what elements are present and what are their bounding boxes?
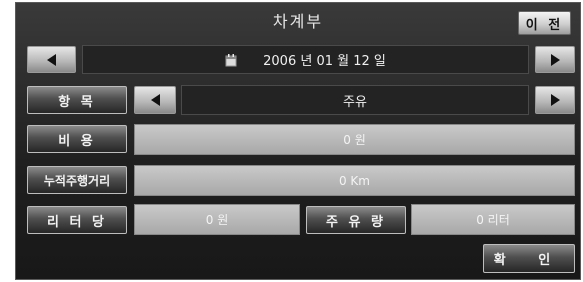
mileage-label: 누적주행거리	[27, 166, 127, 194]
arrow-right-icon	[550, 94, 560, 106]
date-text: 2006 년 01 월 12 일	[263, 54, 386, 69]
confirm-button[interactable]: 확 인	[483, 244, 575, 273]
page-title: 차계부	[272, 12, 324, 31]
cost-label: 비 용	[27, 125, 127, 153]
item-label: 항 목	[27, 86, 127, 114]
arrow-left-icon	[47, 53, 56, 66]
prev-button[interactable]: 이 전	[518, 11, 571, 35]
date-prev-arrow[interactable]	[27, 46, 76, 73]
arrow-right-icon	[550, 53, 560, 66]
arrow-left-icon	[150, 94, 160, 106]
item-value: 주유	[181, 85, 529, 115]
item-prev-arrow[interactable]	[134, 86, 176, 114]
item-next-arrow[interactable]	[535, 86, 575, 114]
fuel-amount-value-field[interactable]: 0 리터	[411, 204, 575, 235]
date-next-arrow[interactable]	[535, 46, 575, 73]
date-field: 2006 년 01 월 12 일	[82, 45, 529, 74]
cost-value-field[interactable]: 0 원	[134, 124, 575, 155]
fuel-amount-label: 주 유 량	[306, 206, 406, 234]
per-liter-label: 리 터 당	[27, 206, 127, 234]
per-liter-value-field[interactable]: 0 원	[134, 204, 300, 235]
calendar-icon	[225, 53, 237, 67]
mileage-value-field[interactable]: 0 Km	[134, 165, 575, 196]
vehicle-logbook-screen: 차계부 이 전 2006 년 01 월 12 일 항 목 주유 비 용 0 원 …	[15, 2, 581, 280]
